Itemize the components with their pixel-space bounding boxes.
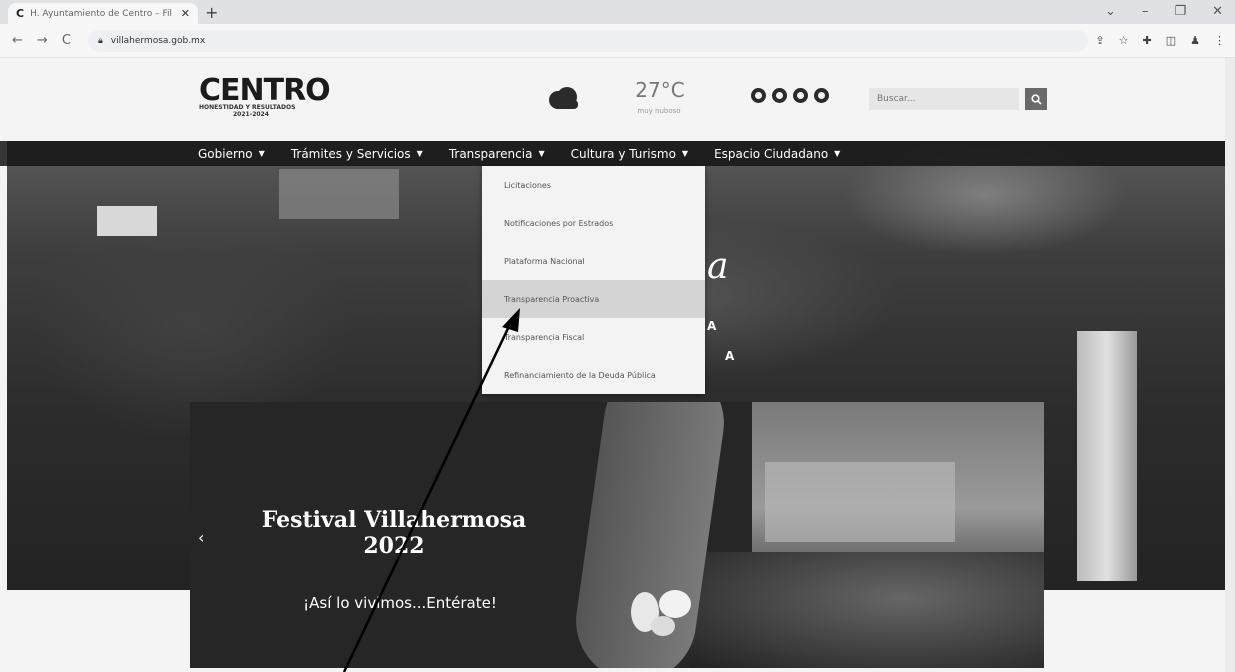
page-scrollbar[interactable] bbox=[1225, 58, 1235, 672]
annotation-arrow bbox=[342, 308, 520, 672]
